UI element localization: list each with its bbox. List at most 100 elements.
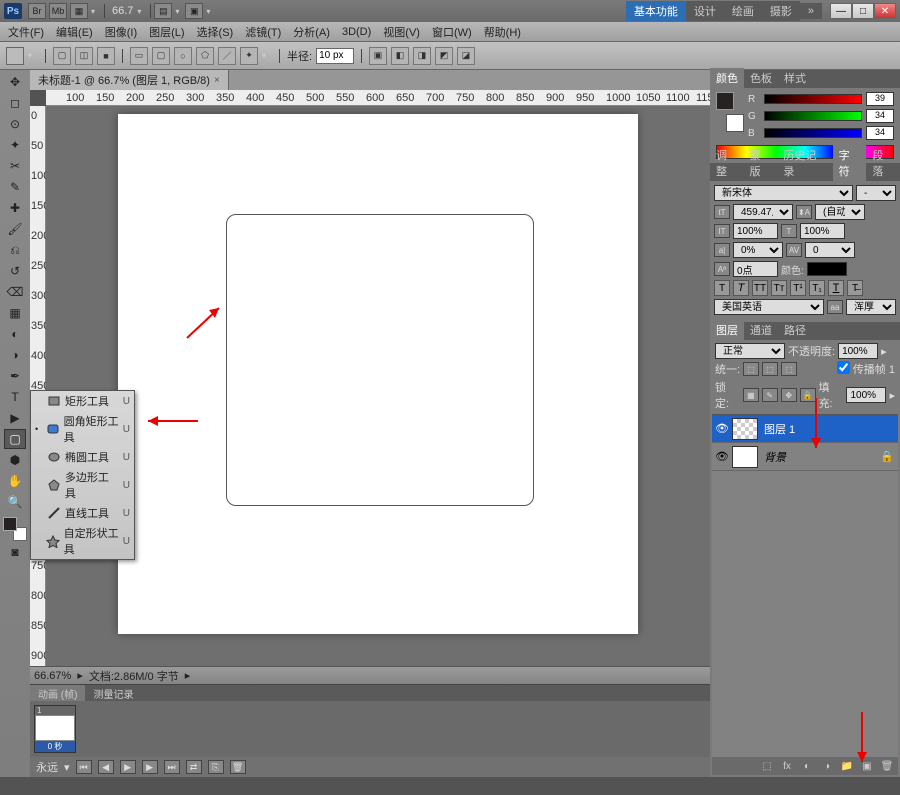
visibility-icon[interactable]: 👁 [712, 422, 732, 435]
minimize-button[interactable]: — [830, 3, 852, 19]
shape-line-icon[interactable]: ／ [218, 47, 236, 65]
flyout-item[interactable]: 自定形状工具U [31, 523, 134, 559]
b-slider[interactable] [764, 128, 862, 138]
font-size-select[interactable]: 459.47点 [733, 204, 793, 220]
document-tab-close[interactable]: × [214, 75, 220, 86]
close-button[interactable]: ✕ [874, 3, 896, 19]
play-button[interactable]: ▶ [120, 760, 136, 774]
quick-mask-toggle[interactable]: ◙ [4, 542, 26, 562]
lock-pixels-icon[interactable]: ✎ [762, 388, 778, 402]
last-frame-button[interactable]: ⏭ [164, 760, 180, 774]
zoom-level[interactable]: 66.7 [112, 5, 133, 17]
combine-intersect-icon[interactable]: ◩ [435, 47, 453, 65]
shape-custom-icon[interactable]: ✦ [240, 47, 258, 65]
menu-help[interactable]: 帮助(H) [480, 24, 525, 40]
shape-rrect-icon[interactable]: ▢ [152, 47, 170, 65]
screen-mode-button[interactable]: ▣ [185, 3, 203, 19]
layer-name[interactable]: 背景 [764, 449, 786, 465]
eyedropper-tool[interactable]: ✎ [4, 177, 26, 197]
smallcaps-button[interactable]: Tᴛ [771, 280, 787, 296]
combine-subtract-icon[interactable]: ◨ [413, 47, 431, 65]
font-style-select[interactable]: - [856, 185, 896, 201]
mini-bridge-button[interactable]: Mb [49, 3, 67, 19]
leading-select[interactable]: (自动) [815, 204, 865, 220]
dodge-tool[interactable]: ◑ [4, 345, 26, 365]
pen-tool[interactable]: ✒ [4, 366, 26, 386]
vscale-input[interactable] [733, 223, 778, 239]
shape-ellipse-icon[interactable]: ○ [174, 47, 192, 65]
menu-3d[interactable]: 3D(D) [338, 26, 375, 38]
eraser-tool[interactable]: ⌫ [4, 282, 26, 302]
text-color-swatch[interactable] [807, 262, 847, 276]
paths-mode[interactable]: ◫ [75, 47, 93, 65]
g-slider[interactable] [764, 111, 862, 121]
adjustment-layer-icon[interactable]: ◑ [820, 759, 834, 773]
allcaps-button[interactable]: TT [752, 280, 768, 296]
r-slider[interactable] [764, 94, 862, 104]
color-swatches[interactable] [3, 517, 27, 541]
g-value[interactable]: 34 [866, 109, 894, 123]
delete-layer-icon[interactable]: 🗑 [880, 759, 894, 773]
tool-preset-button[interactable] [6, 47, 24, 65]
tween-button[interactable]: ⇄ [186, 760, 202, 774]
next-frame-button[interactable]: ▶ [142, 760, 158, 774]
healing-tool[interactable]: ✚ [4, 198, 26, 218]
combine-exclude-icon[interactable]: ◪ [457, 47, 475, 65]
first-frame-button[interactable]: ⏮ [76, 760, 92, 774]
propagate-frame-checkbox[interactable] [837, 361, 850, 374]
3d-tool[interactable]: ⬢ [4, 450, 26, 470]
layer-thumbnail[interactable] [732, 418, 758, 440]
menu-window[interactable]: 窗口(W) [428, 24, 476, 40]
menu-analysis[interactable]: 分析(A) [289, 24, 334, 40]
channels-tab[interactable]: 通道 [744, 320, 778, 340]
flyout-item[interactable]: 直线工具U [31, 503, 134, 523]
hscale-input[interactable] [800, 223, 845, 239]
blur-tool[interactable]: ◐ [4, 324, 26, 344]
color-tab[interactable]: 颜色 [710, 68, 744, 88]
rounded-rectangle-shape[interactable] [226, 214, 534, 506]
layers-tab[interactable]: 图层 [710, 320, 744, 340]
paragraph-tab[interactable]: 段落 [866, 145, 900, 181]
type-tool[interactable]: T [4, 387, 26, 407]
document-tab[interactable]: 未标题-1 @ 66.7% (图层 1, RGB/8) × [30, 70, 229, 90]
status-zoom[interactable]: 66.67% [34, 670, 71, 682]
tracking-select[interactable]: 0% [733, 242, 783, 258]
lasso-tool[interactable]: ⊙ [4, 114, 26, 134]
underline-button[interactable]: T [828, 280, 844, 296]
baseline-input[interactable] [733, 261, 778, 277]
paths-tab[interactable]: 路径 [778, 320, 812, 340]
launch-bridge-button[interactable]: Br [28, 3, 46, 19]
layer-name[interactable]: 图层 1 [764, 421, 795, 437]
brush-tool[interactable]: 🖌 [4, 219, 26, 239]
strikethrough-button[interactable]: T̶ [847, 280, 863, 296]
shape-tool[interactable]: ▢ [4, 429, 26, 449]
move-tool[interactable]: ✥ [4, 72, 26, 92]
workspace-tab-photography[interactable]: 摄影 [762, 1, 800, 21]
menu-file[interactable]: 文件(F) [4, 24, 48, 40]
animation-tab[interactable]: 动画 (帧) [30, 685, 85, 701]
blend-mode-select[interactable]: 正常 [715, 343, 785, 359]
lock-position-icon[interactable]: ✥ [781, 388, 797, 402]
menu-layer[interactable]: 图层(L) [145, 24, 188, 40]
workspace-more[interactable]: » [800, 3, 822, 19]
visibility-icon[interactable]: 👁 [712, 450, 732, 463]
workspace-tab-essentials[interactable]: 基本功能 [626, 1, 686, 21]
dropdown-icon[interactable]: ▾ [91, 7, 101, 16]
superscript-button[interactable]: T¹ [790, 280, 806, 296]
antialias-select[interactable]: 浑厚 [846, 299, 896, 315]
shape-layers-mode[interactable]: ▢ [53, 47, 71, 65]
flyout-item[interactable]: 椭圆工具U [31, 447, 134, 467]
combine-new-icon[interactable]: ▣ [369, 47, 387, 65]
workspace-tab-design[interactable]: 设计 [686, 1, 724, 21]
subscript-button[interactable]: T₁ [809, 280, 825, 296]
font-family-select[interactable]: 新宋体 [714, 185, 853, 201]
kerning-select[interactable]: 0 [805, 242, 855, 258]
prev-frame-button[interactable]: ◀ [98, 760, 114, 774]
swatches-tab[interactable]: 色板 [744, 68, 778, 88]
shape-polygon-icon[interactable]: ⬠ [196, 47, 214, 65]
measurement-log-tab[interactable]: 测量记录 [85, 685, 141, 701]
menu-image[interactable]: 图像(I) [101, 24, 141, 40]
workspace-tab-painting[interactable]: 绘画 [724, 1, 762, 21]
view-extras-button[interactable]: ▦ [70, 3, 88, 19]
canvas-area[interactable] [46, 106, 710, 666]
